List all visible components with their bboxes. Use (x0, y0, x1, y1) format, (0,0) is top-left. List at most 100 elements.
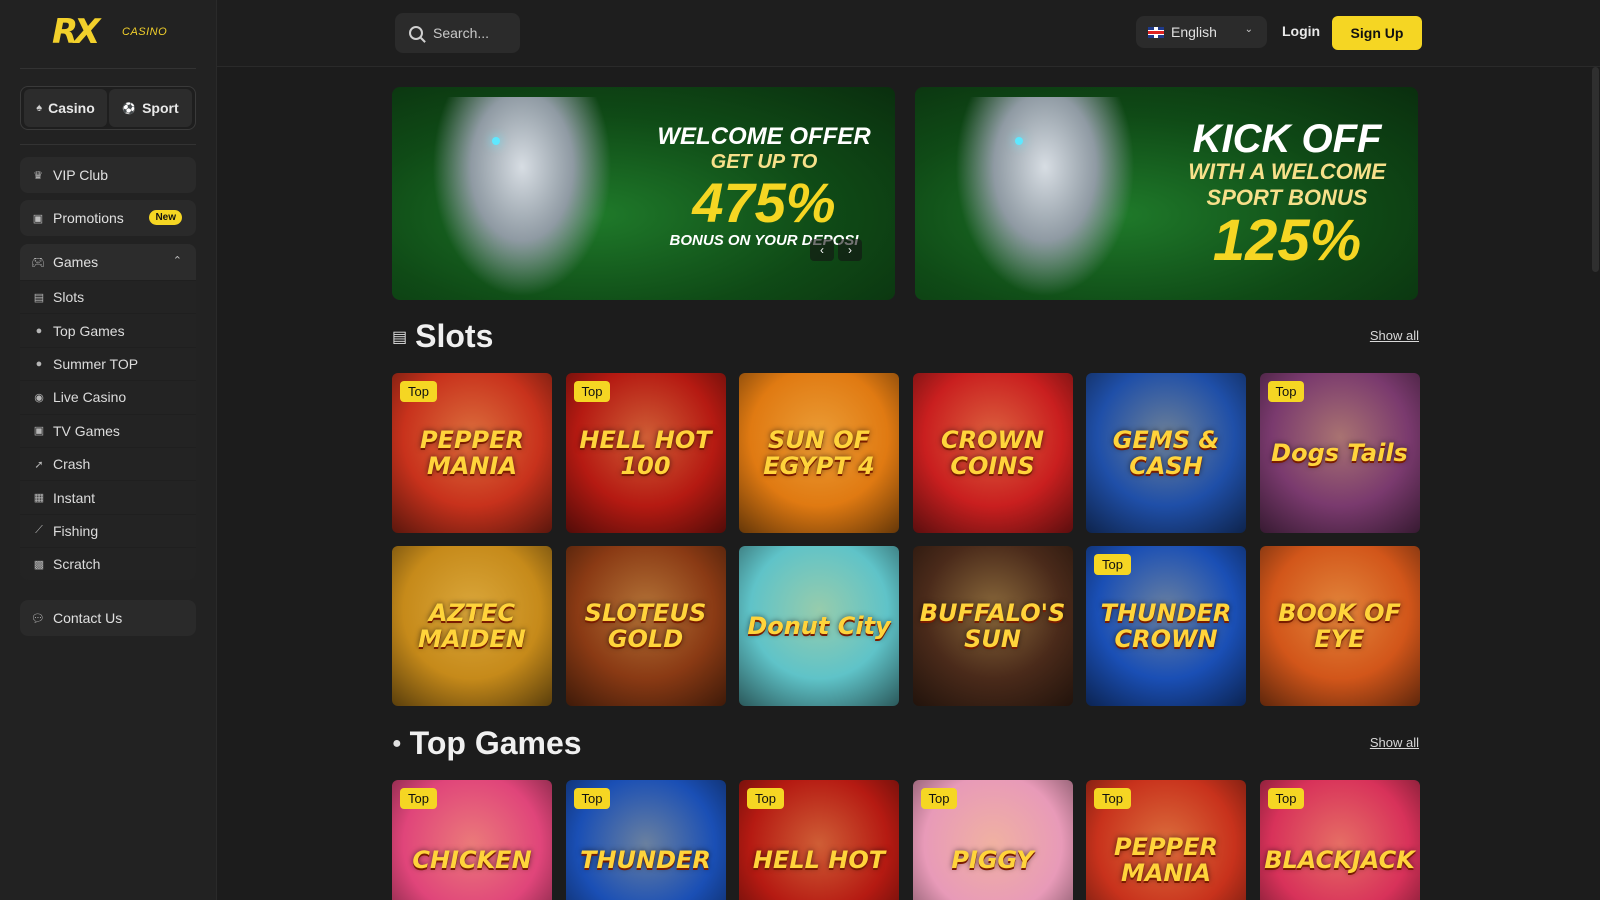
sidebar-item-promotions[interactable]: ▣ Promotions New (20, 200, 196, 236)
sidebar-divider (20, 144, 196, 145)
game-title: BOOK OF EYE (1278, 599, 1401, 653)
sport-bonus-banner[interactable]: KICK OFF WITH A WELCOME SPORT BONUS 125% (915, 87, 1418, 300)
game-tile[interactable]: AZTEC MAIDEN (392, 546, 552, 706)
game-tile[interactable]: Donut City (739, 546, 899, 706)
chip-icon: ◉ (34, 391, 44, 404)
logo-mark: RX (52, 12, 100, 52)
uk-flag-icon (1148, 26, 1164, 38)
game-tile[interactable]: Dogs Tails Top (1259, 373, 1420, 533)
banner-percent: 475% (692, 171, 836, 234)
top-badge: Top (920, 788, 958, 809)
sidebar-item-label: Summer TOP (53, 355, 139, 372)
signup-button[interactable]: Sign Up (1332, 16, 1422, 50)
top-badge: Top (747, 788, 784, 809)
top-badge: Top (400, 788, 437, 809)
sidebar-item-label: Games (53, 254, 99, 270)
sidebar-item-label: Crash (53, 456, 91, 473)
sidebar-item-label: Top Games (53, 322, 125, 339)
top-games-section-title: ● Top Games (392, 725, 582, 762)
game-tile[interactable]: PEPPER MANIA Top (392, 373, 552, 533)
game-title: AZTEC MAIDEN (418, 599, 526, 653)
game-tile[interactable]: THUNDER Top (565, 780, 726, 900)
language-select[interactable]: English ⌄ (1136, 16, 1267, 48)
top-badge: Top (400, 381, 437, 402)
grid-icon: ▦ (33, 492, 45, 505)
carousel-next-button[interactable]: › (838, 239, 862, 261)
sidebar-item-label: TV Games (53, 422, 120, 439)
search-input[interactable] (433, 25, 513, 41)
game-title: PEPPER MANIA (1113, 833, 1219, 887)
slots-show-all-link[interactable]: Show all (1370, 328, 1419, 343)
sidebar-item-slots[interactable]: ▤ Slots (20, 280, 196, 314)
top-badge: Top (573, 788, 611, 809)
language-label: English (1171, 24, 1217, 40)
game-tile[interactable]: THUNDER CROWN Top (1086, 546, 1246, 706)
sidebar-item-instant[interactable]: ▦ Instant (20, 480, 196, 514)
game-tile[interactable]: BUFFALO'S SUN (912, 546, 1073, 706)
sidebar-item-label: Live Casino (53, 389, 127, 406)
banner-subline: WITH A WELCOME SPORT BONUS (1188, 159, 1386, 210)
sidebar-item-label: Instant (53, 489, 96, 506)
top-badge: Top (1267, 381, 1305, 402)
sidebar-divider (20, 68, 196, 69)
sidebar-item-label: VIP Club (53, 167, 108, 183)
banner-percent: 125% (1212, 208, 1362, 273)
sidebar-item-scratch[interactable]: ▩ Scratch (20, 547, 196, 580)
sidebar-item-label: Contact Us (53, 610, 123, 626)
chevron-up-icon[interactable]: ⌃ (173, 254, 182, 267)
game-tile[interactable]: BLACKJACK Top (1259, 780, 1420, 900)
game-tile[interactable]: GEMS & CASH (1086, 373, 1246, 533)
sport-mode-button[interactable]: ⚽ Sport (109, 89, 192, 127)
sidebar-item-summer-top[interactable]: ● Summer TOP (20, 346, 196, 381)
sidebar-item-tv-games[interactable]: ▣ TV Games (20, 413, 196, 447)
mode-switch: ♠ Casino ⚽ Sport (20, 86, 196, 130)
search-box[interactable] (395, 13, 520, 53)
scrollbar-thumb[interactable] (1592, 67, 1599, 272)
game-tile[interactable]: CHICKEN Top (392, 780, 552, 900)
logo-subtitle: CASINO (122, 26, 168, 38)
chat-icon: 💬︎ (31, 612, 45, 625)
robot-image (432, 97, 612, 297)
login-button[interactable]: Login (1282, 23, 1320, 39)
game-tile[interactable]: CROWN COINS (912, 373, 1073, 533)
page-scrollbar[interactable] (1591, 67, 1600, 900)
game-title: GEMS & CASH (1112, 426, 1220, 480)
ticket-icon: ▩ (33, 558, 45, 571)
sidebar-item-fishing[interactable]: ⟋ Fishing (20, 513, 196, 548)
sidebar-item-live-casino[interactable]: ◉ Live Casino (20, 380, 196, 414)
game-tile[interactable]: PEPPER MANIA Top (1086, 780, 1246, 900)
game-title: Donut City (747, 612, 891, 640)
sidebar-item-crash[interactable]: ➚ Crash (20, 446, 196, 481)
game-tile[interactable]: HELL HOT Top (739, 780, 899, 900)
game-tile[interactable]: SUN OF EGYPT 4 (739, 373, 899, 533)
game-tile[interactable]: PIGGY Top (912, 780, 1073, 900)
new-badge: New (149, 210, 182, 225)
game-tile[interactable]: SLOTEUS GOLD (565, 546, 726, 706)
game-title: Dogs Tails (1271, 439, 1408, 467)
sidebar-item-top-games[interactable]: ● Top Games (20, 313, 196, 347)
games-menu-group: 🎮︎ Games ⌃ ▤ Slots ● Top Games ● Summer … (20, 244, 196, 580)
carousel-prev-button[interactable]: ‹ (810, 239, 834, 261)
crown-icon: ♛ (33, 169, 43, 182)
sidebar-item-label: Fishing (53, 522, 99, 539)
sidebar-item-vip-club[interactable]: ♛ VIP Club (20, 157, 196, 193)
game-tile[interactable]: BOOK OF EYE (1259, 546, 1420, 706)
game-title: SUN OF EGYPT 4 (763, 426, 875, 480)
casino-mode-button[interactable]: ♠ Casino (24, 89, 107, 127)
game-title: THUNDER CROWN (1100, 599, 1232, 653)
sidebar-item-contact-us[interactable]: 💬︎ Contact Us (20, 600, 196, 636)
banner-headline: KICK OFF (1192, 117, 1382, 161)
sidebar: RX CASINO ♠ Casino ⚽ Sport ♛ VIP Club ▣ … (0, 0, 217, 900)
section-heading: Slots (415, 318, 494, 354)
welcome-offer-banner[interactable]: WELCOME OFFER GET UP TO 475% BONUS ON YO… (392, 87, 895, 300)
banner-headline: WELCOME OFFER (657, 123, 871, 150)
top-header: English ⌄ Login Sign Up (217, 0, 1600, 67)
sidebar-item-label: Promotions (53, 210, 124, 226)
sidebar-item-games[interactable]: 🎮︎ Games ⌃ (20, 244, 196, 280)
game-tile[interactable]: HELL HOT 100 Top (565, 373, 726, 533)
top-badge: Top (573, 381, 611, 402)
brand-logo[interactable]: RX CASINO (52, 12, 172, 54)
sport-mode-label: Sport (142, 100, 179, 116)
top-games-show-all-link[interactable]: Show all (1370, 735, 1419, 750)
gamepad-icon: 🎮︎ (31, 256, 45, 269)
